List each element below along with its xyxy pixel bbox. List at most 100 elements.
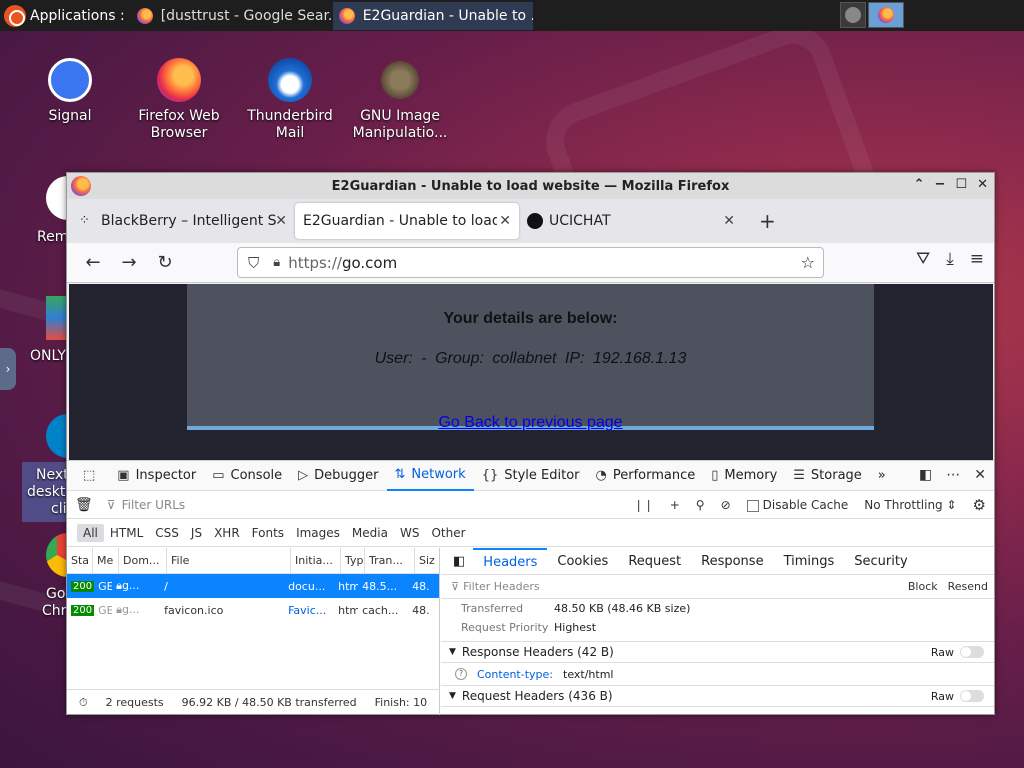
pause-icon[interactable]: ❘❘ [634, 498, 654, 512]
window-titlebar[interactable]: E2Guardian - Unable to load website — Mo… [67, 173, 994, 199]
tab-blackberry[interactable]: ⁘ BlackBerry – Intelligent S ✕ [71, 203, 295, 239]
table-row[interactable]: 200 GET 🔒︎g... favicon.ico Favic... htm … [67, 598, 439, 622]
overflow-chevron-icon[interactable]: » [870, 461, 894, 491]
close-devtools-icon[interactable]: ✕ [974, 467, 986, 483]
tab-inspector[interactable]: ▣ Inspector [109, 461, 204, 491]
tab-label: Console [230, 468, 283, 483]
forward-button[interactable]: → [111, 252, 147, 273]
tab-storage[interactable]: ☰ Storage [785, 461, 870, 491]
resend-button[interactable]: Resend [948, 580, 988, 593]
tab-cookies[interactable]: Cookies [547, 548, 618, 575]
element-picker-icon[interactable]: ⬚ [75, 461, 109, 491]
tab-headers[interactable]: Headers [473, 547, 548, 575]
tab-security[interactable]: Security [844, 548, 917, 575]
response-headers-section[interactable]: ▼ Response Headers (42 B) Raw [441, 641, 994, 663]
table-row[interactable]: 200 GET 🔒︎g... / docu... htm 48.5... 48. [67, 574, 439, 598]
type-css[interactable]: CSS [149, 524, 185, 542]
tab-debugger[interactable]: ▷ Debugger [290, 461, 386, 491]
desktop-label-clipped: Rem [37, 229, 69, 245]
toggle-switch [960, 690, 984, 702]
tab-style-editor[interactable]: {} Style Editor [474, 461, 588, 491]
pocket-icon[interactable]: ⛛ [916, 249, 930, 269]
side-panel-toggle[interactable]: › [0, 348, 16, 390]
disable-cache-checkbox[interactable]: Disable Cache [746, 498, 848, 512]
help-icon[interactable]: ? [455, 668, 467, 680]
type-fonts[interactable]: Fonts [246, 524, 290, 542]
more-options-icon[interactable]: ⋯ [946, 467, 960, 483]
back-button[interactable]: ← [75, 252, 111, 273]
go-back-link[interactable]: Go Back to previous page [187, 414, 874, 432]
tab-timings[interactable]: Timings [774, 548, 845, 575]
column-method[interactable]: Me [93, 547, 119, 574]
type-media[interactable]: Media [346, 524, 394, 542]
desktop-icon-signal[interactable]: Signal [15, 58, 125, 125]
maximize-button[interactable]: ☐ [955, 177, 967, 192]
gear-icon[interactable]: ⚙ [973, 496, 986, 514]
taskbar-task-e2guardian[interactable]: E2Guardian - Unable to ... [332, 1, 533, 30]
tab-e2guardian[interactable]: E2Guardian - Unable to load ✕ [295, 203, 519, 239]
minimize-button[interactable]: − [935, 177, 946, 192]
request-headers-section[interactable]: ▼ Request Headers (436 B) Raw [441, 685, 994, 707]
tab-response[interactable]: Response [691, 548, 773, 575]
chevron-up-icon[interactable]: ⌃ [914, 177, 925, 192]
type-ws[interactable]: WS [394, 524, 425, 542]
type-all[interactable]: All [77, 523, 104, 542]
workspace-switcher [840, 2, 904, 28]
reload-button[interactable]: ↻ [147, 252, 183, 273]
type-xhr[interactable]: XHR [208, 524, 246, 542]
add-icon[interactable]: + [670, 498, 680, 512]
downloads-icon[interactable]: ⤓ [946, 249, 954, 269]
column-type[interactable]: Typ [341, 547, 365, 574]
close-tab-icon[interactable]: ✕ [497, 213, 511, 229]
close-tab-icon[interactable]: ✕ [275, 213, 287, 229]
workspace-2[interactable] [868, 2, 904, 28]
tab-console[interactable]: ▭ Console [204, 461, 290, 491]
menu-icon[interactable]: ≡ [970, 249, 984, 269]
lock-icon[interactable]: 🔒︎ [273, 255, 280, 270]
block-button[interactable]: Block [908, 580, 938, 593]
request-initiator[interactable]: Favic... [284, 604, 334, 617]
block-icon[interactable]: ⊘ [721, 498, 731, 512]
raw-label: Raw [930, 645, 954, 659]
desktop-icon-thunderbird[interactable]: Thunderbird Mail [235, 58, 345, 142]
column-transferred[interactable]: Tran... [365, 547, 415, 574]
console-icon: ▭ [212, 468, 225, 483]
desktop-icon-gimp[interactable]: GNU Image Manipulatio... [345, 58, 455, 142]
tab-request[interactable]: Request [618, 548, 691, 575]
close-tab-icon[interactable]: ✕ [723, 213, 735, 229]
workspace-1[interactable] [840, 2, 866, 28]
window-controls: ⌃ − ☐ ✕ [914, 177, 988, 192]
dock-icon[interactable]: ◧ [919, 467, 932, 483]
column-size[interactable]: Siz [415, 548, 439, 574]
tab-ucichat[interactable]: UCICHAT ✕ [519, 203, 743, 239]
type-images[interactable]: Images [290, 524, 346, 542]
taskbar-task-google[interactable]: [dusttrust - Google Sear... [131, 2, 331, 30]
column-file[interactable]: File [167, 547, 291, 574]
url-bar[interactable]: ⛉ 🔒︎ https:// go.com ☆ [237, 247, 824, 278]
column-domain[interactable]: Dom... [119, 547, 167, 574]
throttling-select[interactable]: No Throttling ⇕ [864, 498, 956, 512]
filter-urls-input[interactable]: Filter URLs [122, 498, 186, 512]
new-tab-button[interactable]: + [759, 209, 776, 233]
applications-menu[interactable]: Applications : [0, 0, 129, 31]
tab-memory[interactable]: ▯ Memory [703, 461, 785, 491]
stopwatch-icon[interactable]: ⏱ [79, 696, 88, 710]
tab-performance[interactable]: ◔ Performance [588, 461, 704, 491]
type-js[interactable]: JS [185, 524, 208, 542]
desktop-icon-firefox[interactable]: Firefox Web Browser [124, 58, 234, 142]
column-status[interactable]: Sta [67, 547, 93, 574]
toggle-sidebar-icon[interactable]: ◧ [445, 548, 473, 575]
raw-toggle[interactable]: Raw [931, 690, 984, 703]
shield-icon[interactable]: ⛉ [248, 254, 259, 272]
tab-network[interactable]: ⇅ Network [386, 461, 474, 491]
raw-toggle[interactable]: Raw [931, 646, 984, 659]
trash-icon[interactable]: 🗑︎ [75, 497, 93, 513]
close-button[interactable]: ✕ [977, 177, 988, 192]
column-initiator[interactable]: Initia... [291, 547, 341, 574]
type-html[interactable]: HTML [104, 524, 149, 542]
type-other[interactable]: Other [425, 524, 471, 542]
search-icon[interactable]: ⚲ [696, 498, 705, 512]
filter-headers-input[interactable]: Filter Headers [463, 580, 540, 593]
bookmark-star-icon[interactable]: ☆ [801, 253, 815, 272]
tab-strip: ⁘ BlackBerry – Intelligent S ✕ E2Guardia… [67, 199, 994, 243]
